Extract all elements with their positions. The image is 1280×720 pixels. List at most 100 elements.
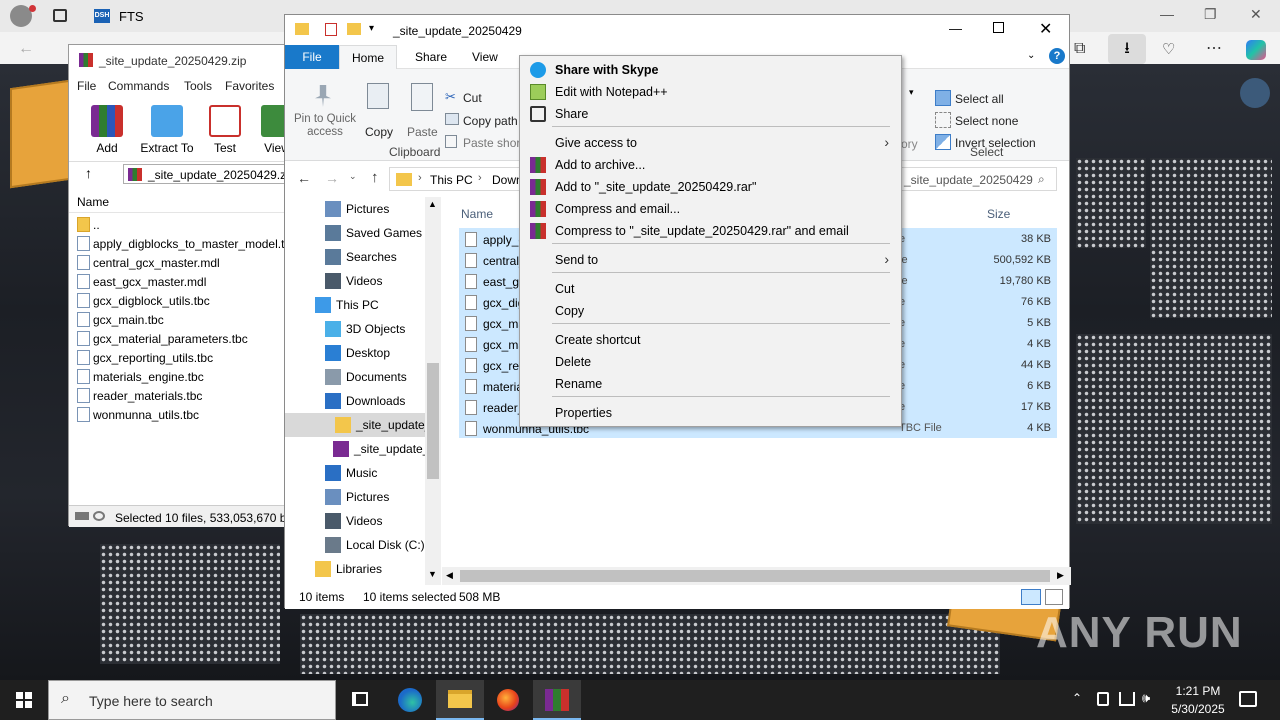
menu-item-give-access-to[interactable]: Give access to › (522, 132, 899, 154)
up-arrow-icon[interactable]: ↑ (85, 165, 92, 181)
copy-button[interactable]: Copy (363, 81, 393, 141)
taskbar-file-explorer[interactable] (436, 680, 484, 720)
show-hidden-icons[interactable]: ⌃ (1072, 691, 1082, 705)
menu-item-edit-with-notepad[interactable]: Edit with Notepad++ (522, 81, 899, 103)
nav-item[interactable]: Videos (285, 269, 425, 293)
menu-item-share[interactable]: Share (522, 103, 899, 125)
screenshot-tool-icon[interactable] (1240, 78, 1270, 108)
tab-home[interactable]: Home (339, 45, 398, 69)
list-item[interactable]: gcx_material_parameters.tbc (75, 329, 285, 348)
scroll-down-icon[interactable]: ▼ (428, 569, 437, 579)
network-icon[interactable] (1119, 692, 1135, 706)
list-item[interactable]: gcx_digblock_utils.tbc (75, 291, 285, 310)
nav-item[interactable]: 3D Objects (285, 317, 425, 341)
nav-item[interactable]: Videos (285, 509, 425, 533)
properties-qat-icon[interactable] (325, 23, 337, 36)
menu-item-copy[interactable]: Copy (522, 300, 899, 322)
extensions-icon[interactable]: ⧉ (1074, 40, 1085, 58)
copy-path-button[interactable]: Copy path (445, 111, 519, 129)
menu-item-compress-to-site-update-20250429-rar-and-email[interactable]: Compress to "_site_update_20250429.rar" … (522, 220, 899, 242)
new-folder-qat-icon[interactable] (347, 23, 361, 35)
menu-item-delete[interactable]: Delete (522, 351, 899, 373)
view-button[interactable]: View (253, 101, 287, 157)
browser-tab[interactable]: DSH FTS (84, 2, 284, 30)
column-name[interactable]: Name (461, 207, 493, 221)
nav-item[interactable]: Saved Games (285, 221, 425, 245)
minimize-icon[interactable]: — (1160, 6, 1174, 22)
large-icons-view-icon[interactable] (1045, 589, 1063, 605)
address-field[interactable]: › This PC › Down (389, 167, 523, 191)
pin-quick-access-button[interactable]: Pin to Quick access (289, 81, 359, 141)
tab-view[interactable]: View (460, 45, 510, 69)
winrar-column-header[interactable]: Name (69, 189, 285, 213)
scroll-up-icon[interactable]: ▲ (428, 199, 437, 209)
taskbar-firefox[interactable] (484, 680, 532, 720)
ribbon-expand-icon[interactable]: ⌄ (1027, 50, 1035, 61)
list-item[interactable]: apply_digblocks_to_master_model.tbc (75, 234, 297, 253)
nav-item[interactable]: _site_update_ (285, 413, 431, 437)
paste-shortcut-button[interactable]: Paste short (445, 133, 524, 151)
nav-item[interactable]: Pictures (285, 485, 425, 509)
menu-item-compress-and-email[interactable]: Compress and email... (522, 198, 899, 220)
downloads-icon[interactable]: ⭳ (1108, 34, 1146, 64)
select-none-button[interactable]: Select none (935, 111, 1045, 129)
scroll-thumb[interactable] (460, 570, 1050, 582)
menu-item-create-shortcut[interactable]: Create shortcut (522, 329, 899, 351)
task-view-button[interactable] (336, 680, 384, 720)
scroll-thumb[interactable] (427, 363, 439, 479)
taskbar-winrar[interactable] (533, 680, 581, 720)
nav-item[interactable]: Searches (285, 245, 425, 269)
column-size[interactable]: Size (987, 207, 1010, 221)
menu-favorites[interactable]: Favorites (225, 79, 274, 93)
nav-item[interactable]: Libraries (285, 557, 425, 581)
nav-item[interactable]: Local Disk (C:) (285, 533, 425, 557)
back-icon[interactable]: ← (18, 40, 34, 58)
back-icon[interactable]: ← (297, 170, 311, 186)
notification-center-icon[interactable] (1239, 691, 1257, 707)
list-item[interactable]: gcx_reporting_utils.tbc (75, 348, 285, 367)
maximize-icon[interactable] (993, 22, 1004, 33)
menu-item-rename[interactable]: Rename (522, 373, 899, 395)
tab-actions-icon[interactable] (53, 9, 67, 22)
path-field[interactable]: _site_update_20250429.zip (123, 164, 295, 184)
extract-to-button[interactable]: Extract To (140, 101, 194, 157)
nav-item[interactable]: _site_update_ (285, 437, 429, 461)
column-name[interactable]: Name (77, 195, 109, 209)
menu-item-cut[interactable]: Cut (522, 278, 899, 300)
start-button[interactable] (0, 680, 48, 720)
recent-dropdown-icon[interactable]: ⌄ (349, 171, 357, 182)
details-view-icon[interactable] (1021, 589, 1041, 605)
list-item[interactable]: east_gcx_master.mdl (75, 272, 285, 291)
list-item[interactable]: .. (75, 215, 285, 234)
close-icon[interactable]: ✕ (1250, 6, 1262, 23)
nav-scrollbar[interactable]: ▲ ▼ (425, 197, 441, 585)
more-icon[interactable]: ⋯ (1206, 38, 1222, 58)
add-button[interactable]: Add (83, 101, 131, 157)
dropdown-arrow-icon[interactable]: ▾ (909, 87, 914, 98)
test-button[interactable]: Test (201, 101, 249, 157)
menu-commands[interactable]: Commands (108, 79, 169, 93)
forward-icon[interactable]: → (325, 170, 339, 186)
breadcrumb-this-pc[interactable]: This PC (430, 173, 473, 187)
cut-button[interactable]: ✂ Cut (445, 89, 515, 107)
taskbar-edge[interactable] (386, 680, 434, 720)
list-item[interactable]: materials_engine.tbc (75, 367, 285, 386)
nav-item[interactable]: This PC (285, 293, 425, 317)
menu-file[interactable]: File (77, 79, 96, 93)
restore-icon[interactable]: ❐ (1204, 6, 1217, 23)
list-item[interactable]: gcx_main.tbc (75, 310, 285, 329)
minimize-icon[interactable]: — (949, 21, 962, 36)
taskbar-search-box[interactable]: ⌕ Type here to search (48, 680, 336, 720)
help-icon[interactable]: ? (1049, 48, 1065, 64)
scroll-right-icon[interactable]: ▶ (1057, 570, 1064, 581)
menu-item-share-with-skype[interactable]: Share with Skype (522, 59, 899, 81)
explorer-titlebar[interactable]: ▾ _site_update_20250429 — ✕ (285, 15, 1069, 45)
menu-tools[interactable]: Tools (184, 79, 212, 93)
paste-button[interactable]: Paste (405, 81, 439, 141)
performance-icon[interactable]: ♡ (1162, 40, 1175, 58)
qat-dropdown-icon[interactable]: ▾ (369, 23, 374, 34)
clock-date[interactable]: 5/30/2025 (1162, 702, 1234, 716)
close-icon[interactable]: ✕ (1039, 19, 1052, 39)
nav-item[interactable]: Music (285, 461, 425, 485)
up-icon[interactable]: ↑ (371, 169, 379, 186)
